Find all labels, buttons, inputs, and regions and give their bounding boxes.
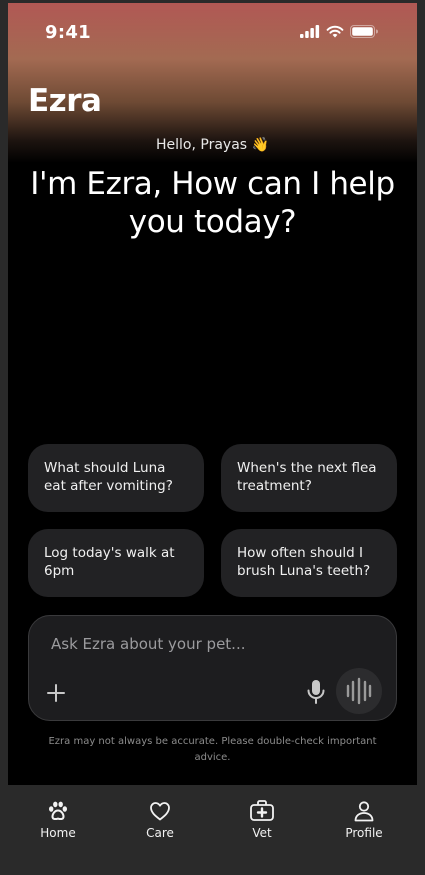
suggestion-chip[interactable]: What should Luna eat after vomiting? bbox=[28, 444, 204, 512]
tab-label: Home bbox=[40, 826, 76, 840]
heart-icon bbox=[150, 802, 170, 821]
disclaimer-text: Ezra may not always be accurate. Please … bbox=[48, 736, 377, 763]
app-title: Ezra bbox=[28, 83, 102, 119]
user-icon bbox=[354, 801, 374, 822]
tab-label: Vet bbox=[252, 826, 272, 840]
status-bar: 9:41 bbox=[8, 3, 417, 61]
wifi-icon bbox=[326, 25, 344, 38]
plus-icon bbox=[47, 684, 65, 702]
status-time: 9:41 bbox=[45, 22, 91, 43]
tab-profile[interactable]: Profile bbox=[329, 799, 399, 840]
battery-icon bbox=[350, 25, 378, 38]
voice-waveform-icon bbox=[346, 677, 372, 705]
greeting-text: Hello, Prayas 👋 bbox=[156, 137, 269, 153]
medical-kit-icon bbox=[250, 800, 274, 821]
chat-input[interactable] bbox=[49, 634, 373, 654]
tab-home[interactable]: Home bbox=[23, 799, 93, 840]
microphone-button[interactable] bbox=[305, 678, 327, 706]
tab-care[interactable]: Care bbox=[125, 799, 195, 840]
tab-vet[interactable]: Vet bbox=[227, 799, 297, 840]
suggestion-chip[interactable]: Log today's walk at 6pm bbox=[28, 529, 204, 597]
suggestion-chip[interactable]: How often should I brush Luna's teeth? bbox=[221, 529, 397, 597]
cellular-signal-icon bbox=[300, 25, 320, 38]
tab-label: Profile bbox=[345, 826, 383, 840]
bottom-tab-bar: Home Care Vet Profile bbox=[8, 785, 417, 875]
headline-text: I'm Ezra, How can I help you today? bbox=[30, 166, 395, 240]
suggestion-grid: What should Luna eat after vomiting? Whe… bbox=[28, 444, 397, 597]
add-attachment-button[interactable] bbox=[45, 682, 67, 704]
chat-composer bbox=[28, 615, 397, 721]
suggestion-chip[interactable]: When's the next flea treatment? bbox=[221, 444, 397, 512]
status-icons bbox=[300, 25, 378, 38]
paw-icon bbox=[49, 801, 67, 821]
voice-mode-button[interactable] bbox=[336, 668, 382, 714]
app-screen: 9:41 Ezra Hello, Prayas 👋 I'm Ezra, How … bbox=[8, 3, 417, 875]
microphone-icon bbox=[307, 680, 325, 704]
tab-label: Care bbox=[146, 826, 174, 840]
